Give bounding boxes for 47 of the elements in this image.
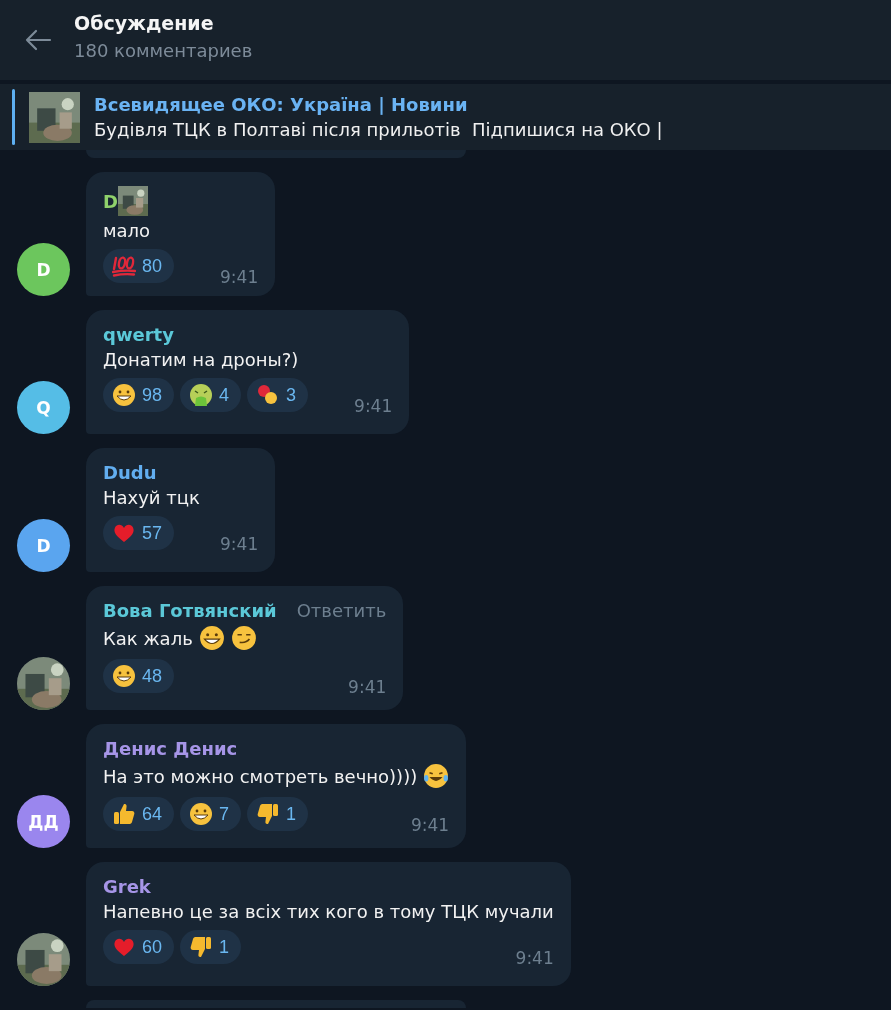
author-name[interactable]: D	[103, 190, 118, 212]
reaction-button[interactable]: 7	[180, 797, 242, 831]
message-text: мало	[103, 220, 151, 241]
back-arrow-icon[interactable]	[24, 28, 52, 52]
message-text: Донатим на дроны?)	[103, 349, 299, 370]
grinning-face-icon	[112, 664, 136, 688]
message-time: 9:41	[219, 267, 259, 287]
pinned-text: Будівля ТЦК в Полтаві після прильотів Підпишися на ОКО |	[94, 119, 663, 140]
vomiting-face-icon	[189, 383, 214, 407]
message-time: 9:41	[347, 677, 387, 697]
reaction-button[interactable]: 80	[103, 249, 175, 283]
message-time: 9:41	[219, 534, 259, 554]
message-time: 9:41	[353, 396, 393, 416]
reply-link[interactable]: Ответить	[296, 600, 387, 621]
reaction-button[interactable]: 60	[103, 930, 175, 964]
author-name[interactable]: Вова Готвянский	[103, 600, 277, 621]
reaction-button[interactable]: 57	[103, 516, 175, 550]
tears-of-joy-face-icon	[423, 763, 450, 789]
reaction-button[interactable]: 64	[103, 797, 175, 831]
author-name[interactable]: Dudu	[103, 462, 157, 483]
reaction-button[interactable]: 3	[247, 378, 309, 412]
smirking-face-icon	[230, 625, 257, 651]
grinning-face-icon	[112, 383, 136, 407]
author-name[interactable]: qwerty	[103, 324, 174, 345]
reaction-button[interactable]: 4	[180, 378, 242, 412]
chat-title: Обсуждение	[74, 11, 215, 34]
reaction-button[interactable]: 98	[103, 378, 175, 412]
thumbs-down-icon	[189, 935, 214, 959]
hundred-points-icon	[112, 254, 136, 278]
thumbs-down-icon	[256, 802, 281, 826]
reaction-button[interactable]: 1	[180, 930, 242, 964]
message-text: На это можно смотреть вечно))))	[103, 765, 418, 787]
reaction-button[interactable]: 48	[103, 659, 175, 693]
pinned-post-bar[interactable]: Всевидящее ОКО: Україна | Новини Будівля ТЦК в Полтаві після прильотів Підпишися на ОКО |	[0, 84, 891, 150]
message-time: 9:41	[410, 815, 450, 835]
reaction-button[interactable]: 1	[247, 797, 309, 831]
message-text: Нахуй тцк	[103, 487, 200, 508]
comment-count: 180 комментариев	[74, 39, 253, 61]
grinning-face-icon	[189, 802, 214, 826]
author-name[interactable]: Денис Денис	[103, 738, 238, 759]
channel-name: Всевидящее ОКО: Україна | Новини	[94, 94, 469, 115]
author-name[interactable]: Grek	[103, 876, 151, 897]
grinning-face-icon	[198, 625, 225, 651]
message-text: Как жаль	[103, 627, 193, 649]
thumbs-up-icon	[112, 802, 136, 826]
message-time: 9:41	[514, 948, 554, 968]
message-text: Напевно це за всіх тих кого в тому ТЦК мучали	[103, 901, 554, 922]
